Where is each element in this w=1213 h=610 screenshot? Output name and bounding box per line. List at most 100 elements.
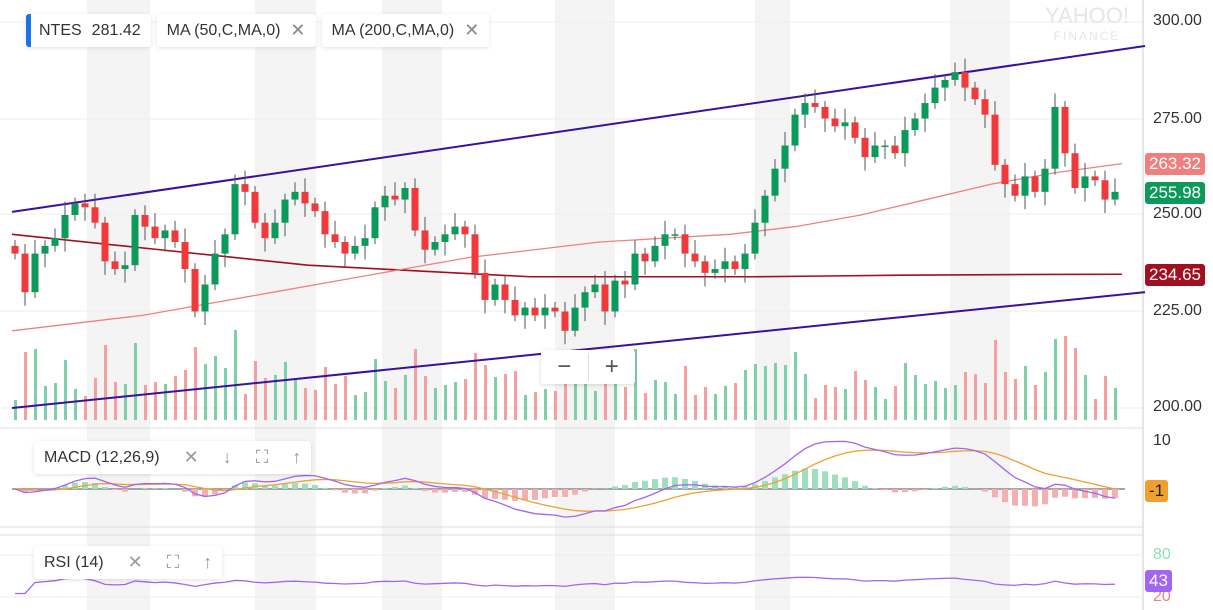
macd-histogram-bar [842, 477, 848, 489]
macd-histogram-bar [362, 489, 368, 494]
ma50-chip[interactable]: MA (50,C,MA,0) ✕ [156, 14, 316, 47]
volume-bar [984, 383, 987, 420]
candle [881, 145, 889, 148]
volume-bar [484, 365, 487, 420]
candle [841, 122, 849, 127]
arrow-down-icon[interactable]: ↓ [223, 447, 232, 468]
macd-histogram-bar [832, 474, 838, 489]
y-tick: 225.00 [1153, 302, 1202, 319]
macd-histogram-bar [652, 479, 658, 489]
volume-bar [364, 392, 367, 420]
volume-bar [1104, 376, 1107, 420]
arrow-up-icon[interactable]: ↑ [292, 447, 301, 468]
zoom-out-button[interactable]: − [541, 353, 589, 381]
candle [301, 191, 309, 204]
volume-bar [824, 385, 827, 420]
macd-histogram-bar [982, 489, 988, 492]
candle [51, 238, 59, 246]
expand-icon[interactable]: ⛶ [256, 447, 269, 468]
macd-histogram-bar [432, 489, 438, 493]
macd-histogram-bar [862, 485, 868, 489]
candle [571, 307, 579, 331]
candle [911, 118, 919, 131]
candle [311, 203, 319, 212]
macd-histogram-bar [302, 483, 308, 489]
candle [641, 253, 649, 262]
arrow-up-icon[interactable]: ↑ [203, 552, 212, 573]
volume-bar [464, 379, 467, 420]
macd-histogram-bar [282, 484, 288, 489]
volume-bar [684, 366, 687, 420]
candle [951, 72, 959, 80]
candle [281, 199, 289, 223]
candle [151, 226, 159, 239]
volume-bar [964, 372, 967, 420]
candle [111, 261, 119, 270]
zoom-in-button[interactable]: + [589, 353, 636, 381]
macd-histogram-bar [1062, 489, 1068, 497]
volume-bar [134, 343, 137, 420]
candle [11, 245, 19, 254]
stock-chart[interactable] [0, 0, 1213, 610]
close-icon[interactable]: ✕ [128, 552, 143, 573]
candle [351, 245, 359, 254]
candle [451, 226, 459, 235]
main-legend: NTES 281.42 MA (50,C,MA,0) ✕ MA (200,C,MA,… [26, 14, 490, 47]
volume-bar [404, 375, 407, 420]
close-icon[interactable]: ✕ [184, 447, 199, 468]
rsi-chip[interactable]: RSI (14) ✕ ⛶ ↑ [34, 546, 223, 579]
candle [1051, 106, 1059, 169]
volume-bar [894, 386, 897, 420]
close-icon[interactable]: ✕ [290, 20, 305, 41]
macd-histogram-bar [932, 488, 938, 489]
macd-histogram-bar [322, 487, 328, 489]
volume-bar [1054, 339, 1057, 420]
volume-bar [44, 386, 47, 420]
volume-bar [944, 388, 947, 420]
volume-bar [344, 376, 347, 420]
close-icon[interactable]: ✕ [464, 20, 479, 41]
candle [421, 230, 429, 250]
volume-bar [154, 382, 157, 420]
macd-histogram-bar [112, 489, 118, 491]
macd-histogram-bar [412, 488, 418, 489]
symbol-chip[interactable]: NTES 281.42 [26, 14, 151, 47]
macd-histogram-bar [292, 483, 298, 489]
candle [741, 253, 749, 270]
candle [1081, 176, 1089, 188]
candle [801, 103, 809, 115]
candle [71, 203, 79, 215]
time-band [255, 0, 316, 610]
candle [411, 187, 419, 231]
macd-histogram-bar [372, 489, 378, 491]
macd-chip[interactable]: MACD (12,26,9) ✕ ↓ ⛶ ↑ [34, 441, 312, 474]
volume-bar [734, 383, 737, 420]
candle [121, 265, 129, 270]
volume-bar [644, 393, 647, 420]
candle [701, 261, 709, 273]
candle [771, 168, 779, 196]
macd-histogram-bar [672, 477, 678, 489]
candle [971, 87, 979, 100]
volume-bar [474, 353, 477, 420]
macd-histogram-bar [272, 485, 278, 489]
candle [941, 79, 949, 88]
candle [31, 253, 39, 293]
macd-histogram-bar [1112, 489, 1118, 499]
candle [1091, 176, 1099, 181]
candle [1031, 176, 1039, 192]
volume-bar [494, 377, 497, 420]
candle [381, 195, 389, 208]
last-price-tag: 255.98 [1145, 182, 1205, 204]
volume-bar [514, 371, 517, 420]
ma200-chip[interactable]: MA (200,C,MA,0) ✕ [321, 14, 490, 47]
macd-histogram-bar [402, 485, 408, 489]
volume-bar [444, 385, 447, 420]
expand-icon[interactable]: ⛶ [167, 552, 180, 573]
ma50-label: MA (50,C,MA,0) [166, 21, 281, 39]
time-band [382, 0, 442, 610]
macd-histogram-bar [122, 489, 128, 492]
candle [1071, 153, 1079, 188]
volume-bar [14, 400, 17, 420]
macd-histogram-bar [332, 489, 338, 491]
